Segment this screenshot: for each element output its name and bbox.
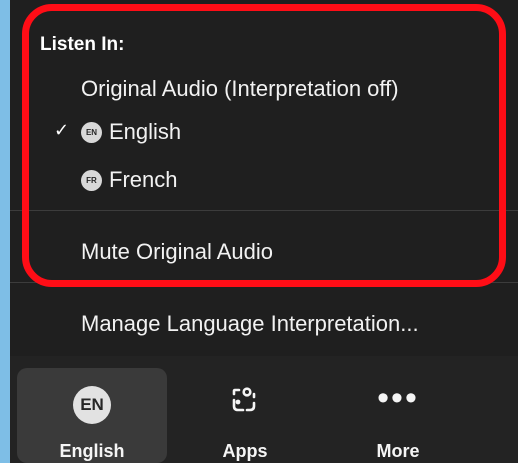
original-audio-menu-item[interactable]: Original Audio (Interpretation off) [10, 67, 518, 111]
apps-button[interactable]: Apps [170, 368, 320, 463]
apps-label: Apps [222, 441, 268, 461]
meeting-toolbar: EN English Apps ••• More [10, 356, 518, 463]
english-language-icon: EN [73, 386, 111, 424]
english-language-menu-item[interactable]: ✓ EN English [10, 110, 518, 154]
interpretation-panel: Listen In: Original Audio (Interpretatio… [10, 0, 518, 463]
original-audio-label: Original Audio (Interpretation off) [81, 76, 399, 101]
mute-original-audio-label: Mute Original Audio [81, 239, 273, 264]
french-language-label: French [109, 167, 178, 192]
menu-divider [10, 210, 518, 211]
menu-divider [10, 282, 518, 283]
french-language-badge: FR [81, 169, 102, 191]
english-language-label: English [109, 119, 182, 144]
mute-original-audio-menu-item[interactable]: Mute Original Audio [10, 230, 518, 274]
listen-in-menu: Listen In: Original Audio (Interpretatio… [10, 0, 518, 356]
toolbar-language-label: English [59, 441, 125, 461]
more-button[interactable]: ••• More [323, 368, 473, 463]
listen-in-heading: Listen In: [40, 34, 125, 55]
toolbar-language-badge: EN [73, 386, 111, 424]
manage-language-interpretation-label: Manage Language Interpretation... [81, 311, 419, 336]
english-language-badge: EN [81, 121, 102, 143]
apps-icon [230, 386, 260, 421]
language-interpretation-button[interactable]: EN English [17, 368, 167, 463]
more-dots-icon: ••• [377, 379, 419, 417]
manage-language-interpretation-menu-item[interactable]: Manage Language Interpretation... [10, 302, 518, 346]
french-language-menu-item[interactable]: FR French [10, 158, 518, 202]
more-label: More [376, 441, 420, 461]
check-icon: ✓ [54, 120, 70, 140]
